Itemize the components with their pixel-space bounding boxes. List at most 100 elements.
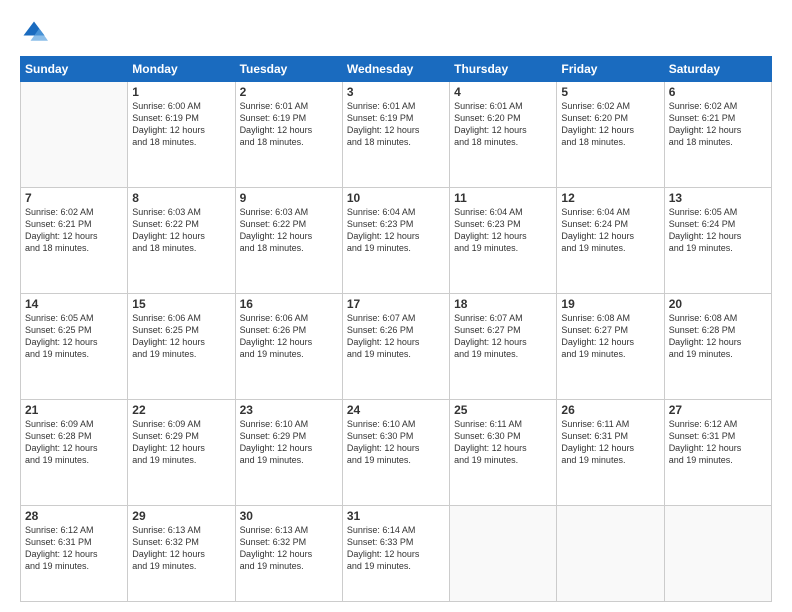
- day-cell-29: 29Sunrise: 6:13 AM Sunset: 6:32 PM Dayli…: [128, 505, 235, 601]
- day-info: Sunrise: 6:12 AM Sunset: 6:31 PM Dayligh…: [669, 418, 767, 467]
- day-info: Sunrise: 6:11 AM Sunset: 6:30 PM Dayligh…: [454, 418, 552, 467]
- header: [20, 18, 772, 46]
- day-number: 10: [347, 191, 445, 205]
- day-number: 25: [454, 403, 552, 417]
- day-info: Sunrise: 6:10 AM Sunset: 6:30 PM Dayligh…: [347, 418, 445, 467]
- day-cell-31: 31Sunrise: 6:14 AM Sunset: 6:33 PM Dayli…: [342, 505, 449, 601]
- empty-cell: [557, 505, 664, 601]
- day-info: Sunrise: 6:01 AM Sunset: 6:19 PM Dayligh…: [240, 100, 338, 149]
- day-cell-27: 27Sunrise: 6:12 AM Sunset: 6:31 PM Dayli…: [664, 399, 771, 505]
- day-info: Sunrise: 6:08 AM Sunset: 6:27 PM Dayligh…: [561, 312, 659, 361]
- day-number: 15: [132, 297, 230, 311]
- week-row-4: 21Sunrise: 6:09 AM Sunset: 6:28 PM Dayli…: [21, 399, 772, 505]
- day-number: 21: [25, 403, 123, 417]
- day-number: 18: [454, 297, 552, 311]
- day-cell-24: 24Sunrise: 6:10 AM Sunset: 6:30 PM Dayli…: [342, 399, 449, 505]
- day-number: 29: [132, 509, 230, 523]
- day-info: Sunrise: 6:04 AM Sunset: 6:23 PM Dayligh…: [347, 206, 445, 255]
- day-number: 23: [240, 403, 338, 417]
- day-cell-19: 19Sunrise: 6:08 AM Sunset: 6:27 PM Dayli…: [557, 293, 664, 399]
- day-number: 24: [347, 403, 445, 417]
- empty-cell: [664, 505, 771, 601]
- day-info: Sunrise: 6:14 AM Sunset: 6:33 PM Dayligh…: [347, 524, 445, 573]
- day-number: 8: [132, 191, 230, 205]
- weekday-header-thursday: Thursday: [450, 57, 557, 82]
- weekday-header-friday: Friday: [557, 57, 664, 82]
- day-number: 14: [25, 297, 123, 311]
- week-row-3: 14Sunrise: 6:05 AM Sunset: 6:25 PM Dayli…: [21, 293, 772, 399]
- empty-cell: [21, 82, 128, 188]
- day-info: Sunrise: 6:12 AM Sunset: 6:31 PM Dayligh…: [25, 524, 123, 573]
- day-cell-28: 28Sunrise: 6:12 AM Sunset: 6:31 PM Dayli…: [21, 505, 128, 601]
- weekday-header-sunday: Sunday: [21, 57, 128, 82]
- day-number: 2: [240, 85, 338, 99]
- day-number: 7: [25, 191, 123, 205]
- week-row-1: 1Sunrise: 6:00 AM Sunset: 6:19 PM Daylig…: [21, 82, 772, 188]
- day-info: Sunrise: 6:13 AM Sunset: 6:32 PM Dayligh…: [240, 524, 338, 573]
- week-row-5: 28Sunrise: 6:12 AM Sunset: 6:31 PM Dayli…: [21, 505, 772, 601]
- day-number: 3: [347, 85, 445, 99]
- day-info: Sunrise: 6:06 AM Sunset: 6:25 PM Dayligh…: [132, 312, 230, 361]
- day-number: 20: [669, 297, 767, 311]
- weekday-header-tuesday: Tuesday: [235, 57, 342, 82]
- day-info: Sunrise: 6:06 AM Sunset: 6:26 PM Dayligh…: [240, 312, 338, 361]
- day-number: 11: [454, 191, 552, 205]
- day-info: Sunrise: 6:08 AM Sunset: 6:28 PM Dayligh…: [669, 312, 767, 361]
- day-number: 9: [240, 191, 338, 205]
- day-cell-6: 6Sunrise: 6:02 AM Sunset: 6:21 PM Daylig…: [664, 82, 771, 188]
- day-cell-25: 25Sunrise: 6:11 AM Sunset: 6:30 PM Dayli…: [450, 399, 557, 505]
- weekday-header-monday: Monday: [128, 57, 235, 82]
- weekday-header-row: SundayMondayTuesdayWednesdayThursdayFrid…: [21, 57, 772, 82]
- day-number: 4: [454, 85, 552, 99]
- day-number: 30: [240, 509, 338, 523]
- day-info: Sunrise: 6:10 AM Sunset: 6:29 PM Dayligh…: [240, 418, 338, 467]
- day-info: Sunrise: 6:07 AM Sunset: 6:27 PM Dayligh…: [454, 312, 552, 361]
- day-cell-10: 10Sunrise: 6:04 AM Sunset: 6:23 PM Dayli…: [342, 187, 449, 293]
- day-info: Sunrise: 6:07 AM Sunset: 6:26 PM Dayligh…: [347, 312, 445, 361]
- day-cell-30: 30Sunrise: 6:13 AM Sunset: 6:32 PM Dayli…: [235, 505, 342, 601]
- day-number: 31: [347, 509, 445, 523]
- day-cell-12: 12Sunrise: 6:04 AM Sunset: 6:24 PM Dayli…: [557, 187, 664, 293]
- day-number: 12: [561, 191, 659, 205]
- weekday-header-saturday: Saturday: [664, 57, 771, 82]
- day-cell-4: 4Sunrise: 6:01 AM Sunset: 6:20 PM Daylig…: [450, 82, 557, 188]
- day-info: Sunrise: 6:04 AM Sunset: 6:23 PM Dayligh…: [454, 206, 552, 255]
- day-info: Sunrise: 6:01 AM Sunset: 6:19 PM Dayligh…: [347, 100, 445, 149]
- day-info: Sunrise: 6:01 AM Sunset: 6:20 PM Dayligh…: [454, 100, 552, 149]
- logo-icon: [20, 18, 48, 46]
- day-number: 26: [561, 403, 659, 417]
- day-number: 1: [132, 85, 230, 99]
- day-number: 22: [132, 403, 230, 417]
- day-cell-1: 1Sunrise: 6:00 AM Sunset: 6:19 PM Daylig…: [128, 82, 235, 188]
- day-info: Sunrise: 6:00 AM Sunset: 6:19 PM Dayligh…: [132, 100, 230, 149]
- calendar-table: SundayMondayTuesdayWednesdayThursdayFrid…: [20, 56, 772, 602]
- calendar-body: 1Sunrise: 6:00 AM Sunset: 6:19 PM Daylig…: [21, 82, 772, 602]
- day-cell-9: 9Sunrise: 6:03 AM Sunset: 6:22 PM Daylig…: [235, 187, 342, 293]
- empty-cell: [450, 505, 557, 601]
- day-number: 28: [25, 509, 123, 523]
- day-cell-23: 23Sunrise: 6:10 AM Sunset: 6:29 PM Dayli…: [235, 399, 342, 505]
- day-cell-7: 7Sunrise: 6:02 AM Sunset: 6:21 PM Daylig…: [21, 187, 128, 293]
- day-number: 16: [240, 297, 338, 311]
- day-info: Sunrise: 6:05 AM Sunset: 6:24 PM Dayligh…: [669, 206, 767, 255]
- day-cell-13: 13Sunrise: 6:05 AM Sunset: 6:24 PM Dayli…: [664, 187, 771, 293]
- calendar-header: SundayMondayTuesdayWednesdayThursdayFrid…: [21, 57, 772, 82]
- day-number: 17: [347, 297, 445, 311]
- logo: [20, 18, 52, 46]
- weekday-header-wednesday: Wednesday: [342, 57, 449, 82]
- day-info: Sunrise: 6:02 AM Sunset: 6:21 PM Dayligh…: [25, 206, 123, 255]
- day-info: Sunrise: 6:02 AM Sunset: 6:20 PM Dayligh…: [561, 100, 659, 149]
- day-info: Sunrise: 6:09 AM Sunset: 6:29 PM Dayligh…: [132, 418, 230, 467]
- week-row-2: 7Sunrise: 6:02 AM Sunset: 6:21 PM Daylig…: [21, 187, 772, 293]
- day-cell-14: 14Sunrise: 6:05 AM Sunset: 6:25 PM Dayli…: [21, 293, 128, 399]
- day-info: Sunrise: 6:03 AM Sunset: 6:22 PM Dayligh…: [240, 206, 338, 255]
- day-cell-2: 2Sunrise: 6:01 AM Sunset: 6:19 PM Daylig…: [235, 82, 342, 188]
- day-number: 5: [561, 85, 659, 99]
- day-cell-21: 21Sunrise: 6:09 AM Sunset: 6:28 PM Dayli…: [21, 399, 128, 505]
- day-cell-26: 26Sunrise: 6:11 AM Sunset: 6:31 PM Dayli…: [557, 399, 664, 505]
- day-info: Sunrise: 6:02 AM Sunset: 6:21 PM Dayligh…: [669, 100, 767, 149]
- day-cell-22: 22Sunrise: 6:09 AM Sunset: 6:29 PM Dayli…: [128, 399, 235, 505]
- day-cell-20: 20Sunrise: 6:08 AM Sunset: 6:28 PM Dayli…: [664, 293, 771, 399]
- day-info: Sunrise: 6:04 AM Sunset: 6:24 PM Dayligh…: [561, 206, 659, 255]
- day-info: Sunrise: 6:11 AM Sunset: 6:31 PM Dayligh…: [561, 418, 659, 467]
